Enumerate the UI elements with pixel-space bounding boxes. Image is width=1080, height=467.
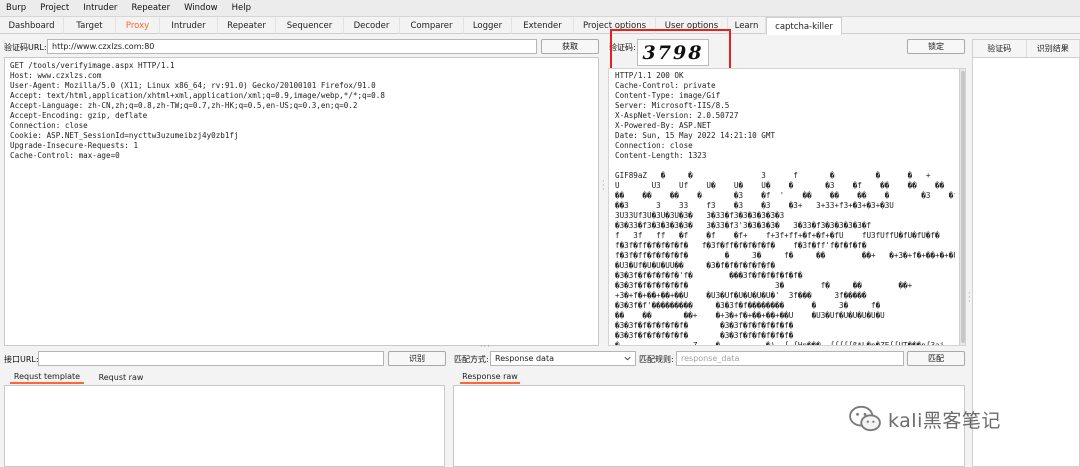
tab-proxy[interactable]: Proxy xyxy=(116,17,160,34)
menu-window[interactable]: Window xyxy=(184,3,218,13)
match-mode-select[interactable]: Response data xyxy=(490,351,636,366)
interface-url-input[interactable] xyxy=(38,351,384,366)
response-line[interactable]: U U3 Uf U� U� U� � �3 �f �� �� �� � �3 �… xyxy=(615,181,949,191)
response-line[interactable]: � , Z � �) ∫-∫Hp��� ∫∫∫∫∫ß*L�p�ZE∫∫UT���… xyxy=(615,341,949,345)
horizontal-splitter-handle[interactable]: ··· xyxy=(480,342,491,351)
menu-help[interactable]: Help xyxy=(232,3,251,13)
tab-repeater[interactable]: Repeater xyxy=(218,17,276,34)
tab-target[interactable]: Target xyxy=(64,17,116,34)
response-line[interactable]: �3�3f�f�f�f�f�'f� ���3f�f�f�f�f�f� xyxy=(615,271,949,281)
match-button[interactable]: 匹配 xyxy=(907,351,965,366)
menu-intruder[interactable]: Intruder xyxy=(83,3,117,13)
response-line[interactable]: Cache-Control: private xyxy=(615,81,949,91)
response-line[interactable]: f 3f ff �f �f �f+ f+3f+ff+�f+�f+�fU fU3f… xyxy=(615,231,949,241)
lock-button[interactable]: 锁定 xyxy=(907,39,965,54)
response-line[interactable]: f�3f�ff�f�f�f�f� f�3f�ff�f�f�f�f� f�3f�f… xyxy=(615,241,949,251)
tab-learn[interactable]: Learn xyxy=(728,17,766,34)
tab-request-raw[interactable]: Requst raw xyxy=(94,371,148,384)
response-line[interactable]: f�3f�ff�f�f�f�f� � 3� f� �� ��+ �+3�+f�+… xyxy=(615,251,955,261)
request-line[interactable]: Cookie: ASP.NET_SessionId=nycttw3uzumeib… xyxy=(10,131,593,141)
tab-captcha-killer[interactable]: captcha-killer xyxy=(766,17,842,35)
response-line[interactable]: ��3 3 33 f3 �3 �3 �3+ 3+33+f3+�3+�3+�3U xyxy=(615,201,949,211)
response-line[interactable]: �� �� ��+ �+3�+f�+��+��+��U �U3�Uf�U�U�U… xyxy=(615,311,949,321)
captcha-url-input[interactable]: http://www.czxlzs.com:80 xyxy=(47,39,537,54)
vertical-splitter-handle[interactable]: · · · xyxy=(602,178,605,194)
chevron-down-icon xyxy=(624,356,631,361)
response-line[interactable]: Content-Length: 1323 xyxy=(615,151,949,161)
request-line[interactable]: Upgrade-Insecure-Requests: 1 xyxy=(10,141,593,151)
match-mode-label: 匹配方式: xyxy=(454,355,489,364)
response-line[interactable]: X-AspNet-Version: 2.0.50727 xyxy=(615,111,949,121)
request-line[interactable]: Cache-Control: max-age=0 xyxy=(10,151,593,161)
tab-decoder[interactable]: Decoder xyxy=(344,17,400,34)
request-template-editor[interactable] xyxy=(4,385,445,467)
menu-project[interactable]: Project xyxy=(40,3,69,13)
right-splitter-handle[interactable]: · · · xyxy=(968,290,971,306)
response-line[interactable] xyxy=(615,161,949,171)
match-mode-value: Response data xyxy=(495,354,554,363)
response-line[interactable]: +3�+f�+��+��+��U �U3�Uf�U�U�U�U�' 3f��� … xyxy=(615,291,949,301)
tab-comparer[interactable]: Comparer xyxy=(400,17,464,34)
tab-logger[interactable]: Logger xyxy=(464,17,512,34)
request-line[interactable]: GET /tools/verifyimage.aspx HTTP/1.1 xyxy=(10,61,593,71)
fetch-button[interactable]: 获取 xyxy=(541,39,599,54)
response-scrollbar[interactable] xyxy=(959,69,965,345)
watermark: kali黑客笔记 xyxy=(848,405,1001,433)
tab-extender[interactable]: Extender xyxy=(512,17,574,34)
menu-repeater[interactable]: Repeater xyxy=(131,3,170,13)
match-rule-label: 匹配规则: xyxy=(639,355,674,364)
match-rule-input[interactable]: response_data xyxy=(676,351,904,366)
request-line[interactable]: Accept-Encoding: gzip, deflate xyxy=(10,111,593,121)
response-line[interactable]: �� �� �� � �3 �f ' �� �� �� � �3 �f �� �… xyxy=(615,191,955,201)
response-line[interactable]: �3�3f�f'��������� �3�3f�f�������� � 3� f… xyxy=(615,301,949,311)
response-line[interactable]: �3�3f�f�f�f�f�f� �3�3f�f�f�f�f�f� ! xyxy=(615,331,949,341)
tab-intruder[interactable]: Intruder xyxy=(160,17,218,34)
response-panel[interactable]: HTTP/1.1 200 OK Cache-Control: private Con… xyxy=(608,68,966,346)
menu-burp[interactable]: Burp xyxy=(6,3,26,13)
response-line[interactable]: X-Powered-By: ASP.NET xyxy=(615,121,949,131)
menu-bar: Burp Project Intruder Repeater Window He… xyxy=(0,0,1080,17)
request-line[interactable]: User-Agent: Mozilla/5.0 (X11; Linux x86_… xyxy=(10,81,593,91)
response-line[interactable]: �3�3f�f�f�f�f�f� �3�3f�f�f�f�f�f� xyxy=(615,321,949,331)
interface-url-label: 接口URL: xyxy=(4,355,39,364)
tab-dashboard[interactable]: Dashboard xyxy=(0,17,64,34)
response-line[interactable]: HTTP/1.1 200 OK xyxy=(615,71,949,81)
response-line[interactable]: Connection: close xyxy=(615,141,949,151)
request-line[interactable]: Accept: text/html,application/xhtml+xml,… xyxy=(10,91,593,101)
response-line[interactable]: Content-Type: image/Gif xyxy=(615,91,949,101)
request-text[interactable]: GET /tools/verifyimage.aspx HTTP/1.1 Host… xyxy=(5,58,598,164)
results-table-header: 验证码 识别结果 xyxy=(973,40,1080,58)
request-panel[interactable]: GET /tools/verifyimage.aspx HTTP/1.1 Host… xyxy=(4,57,599,346)
response-line[interactable]: GIF89aZ � � 3 f � � � + +3 +f +� +� +� xyxy=(615,171,949,181)
results-col-result[interactable]: 识别结果 xyxy=(1027,40,1080,57)
request-line[interactable]: Connection: close xyxy=(10,121,593,131)
response-line[interactable]: �3�33�f3�3�3�3�3� 3�33�f3'3�3�3�3� 3�33�… xyxy=(615,221,949,231)
results-panel xyxy=(972,39,1080,467)
captcha-url-label: 验证码URL: xyxy=(4,43,47,52)
response-line[interactable]: �3�3f�f�f�f�f�f� 3� f� �� ��+ xyxy=(615,281,949,291)
response-line[interactable]: Server: Microsoft-IIS/8.5 xyxy=(615,101,949,111)
watermark-text: kali黑客笔记 xyxy=(888,409,1001,432)
main-tab-bar: Dashboard Target Proxy Intruder Repeater… xyxy=(0,17,1080,35)
response-text[interactable]: HTTP/1.1 200 OK Cache-Control: private Con… xyxy=(609,69,955,345)
wechat-icon xyxy=(849,405,881,432)
response-line[interactable]: 3U33Uf3U�3U�3U�3� 3�33�f3�3�3�3�3�3 xyxy=(615,211,949,221)
tab-request-template[interactable]: Requst template xyxy=(10,371,84,384)
results-col-captcha[interactable]: 验证码 xyxy=(973,40,1027,57)
request-line[interactable]: Host: www.czxlzs.com xyxy=(10,71,593,81)
request-line[interactable]: Accept-Language: zh-CN,zh;q=0.8,zh-TW;q=… xyxy=(10,101,593,111)
tab-response-raw[interactable]: Response raw xyxy=(460,371,520,384)
response-scrollbar-thumb[interactable] xyxy=(961,71,965,343)
tab-sequencer[interactable]: Sequencer xyxy=(276,17,344,34)
identify-button[interactable]: 识别 xyxy=(388,351,446,366)
response-line[interactable]: �U3�Uf�U�U�UU�� �3�f�f�f�f�f�f� xyxy=(615,261,949,271)
response-line[interactable]: Date: Sun, 15 May 2022 14:21:10 GMT xyxy=(615,131,949,141)
